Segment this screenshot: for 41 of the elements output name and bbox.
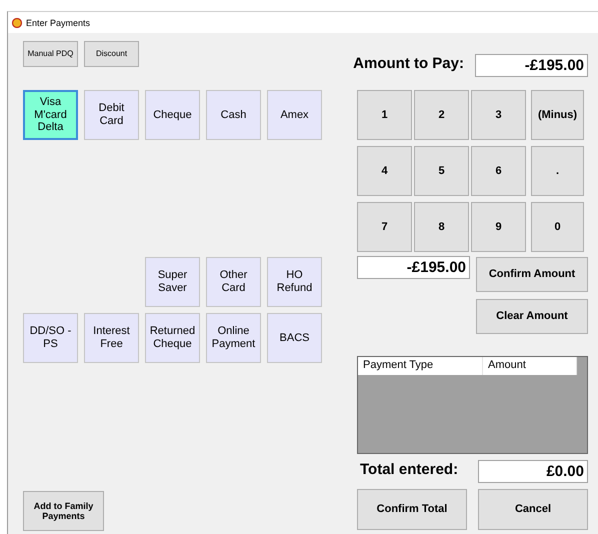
amount-to-pay-label: Amount to Pay:	[353, 55, 464, 72]
keypad-key[interactable]: 1	[357, 90, 412, 140]
keypad-key[interactable]: 9	[471, 202, 526, 252]
column-header: Amount	[483, 357, 577, 375]
column-header: Payment Type	[358, 357, 483, 375]
payment-type-button[interactable]: Visa M'card Delta	[23, 90, 78, 140]
keypad-key[interactable]: 7	[357, 202, 412, 252]
payment-type-button[interactable]: Super Saver	[145, 257, 200, 307]
keypad-key[interactable]: 2	[414, 90, 469, 140]
payment-type-button[interactable]: Online Payment	[206, 313, 261, 363]
amount-to-pay-field: -£195.00	[475, 54, 588, 77]
app-icon	[12, 18, 22, 28]
total-entered-label: Total entered:	[360, 461, 458, 478]
keypad-key[interactable]: 3	[471, 90, 526, 140]
add-to-family-button[interactable]: Add to Family Payments	[23, 491, 104, 531]
total-entered-field: £0.00	[478, 460, 588, 483]
dialog-button[interactable]: Cancel	[478, 489, 588, 530]
keypad-key[interactable]: 8	[414, 202, 469, 252]
dialog-button[interactable]: Confirm Total	[357, 489, 467, 530]
payment-type-button[interactable]: HO Refund	[267, 257, 322, 307]
payment-type-button[interactable]: Interest Free	[84, 313, 139, 363]
keypad-key[interactable]: 4	[357, 146, 412, 196]
keypad-key[interactable]: .	[531, 146, 584, 196]
payment-type-button[interactable]: Other Card	[206, 257, 261, 307]
keypad-key[interactable]: 5	[414, 146, 469, 196]
keypad-key[interactable]: 0	[531, 202, 584, 252]
window-title: Enter Payments	[26, 18, 90, 28]
amount-button[interactable]: Confirm Amount	[476, 257, 588, 292]
toolbar-button[interactable]: Discount	[84, 41, 139, 67]
keypad-key[interactable]: 6	[471, 146, 526, 196]
payment-type-button[interactable]: Returned Cheque	[145, 313, 200, 363]
payment-type-button[interactable]: Cheque	[145, 90, 200, 140]
keypad-key[interactable]: (Minus)	[531, 90, 584, 140]
payment-type-button[interactable]: DD/SO - PS	[23, 313, 78, 363]
payment-type-button[interactable]: Cash	[206, 90, 261, 140]
payment-type-button[interactable]: Amex	[267, 90, 322, 140]
payment-type-button[interactable]: BACS	[267, 313, 322, 363]
payment-type-button[interactable]: Debit Card	[84, 90, 139, 140]
toolbar-button[interactable]: Manual PDQ	[23, 41, 78, 67]
amount-button[interactable]: Clear Amount	[476, 299, 588, 334]
entered-amount-field[interactable]: -£195.00	[357, 256, 470, 279]
